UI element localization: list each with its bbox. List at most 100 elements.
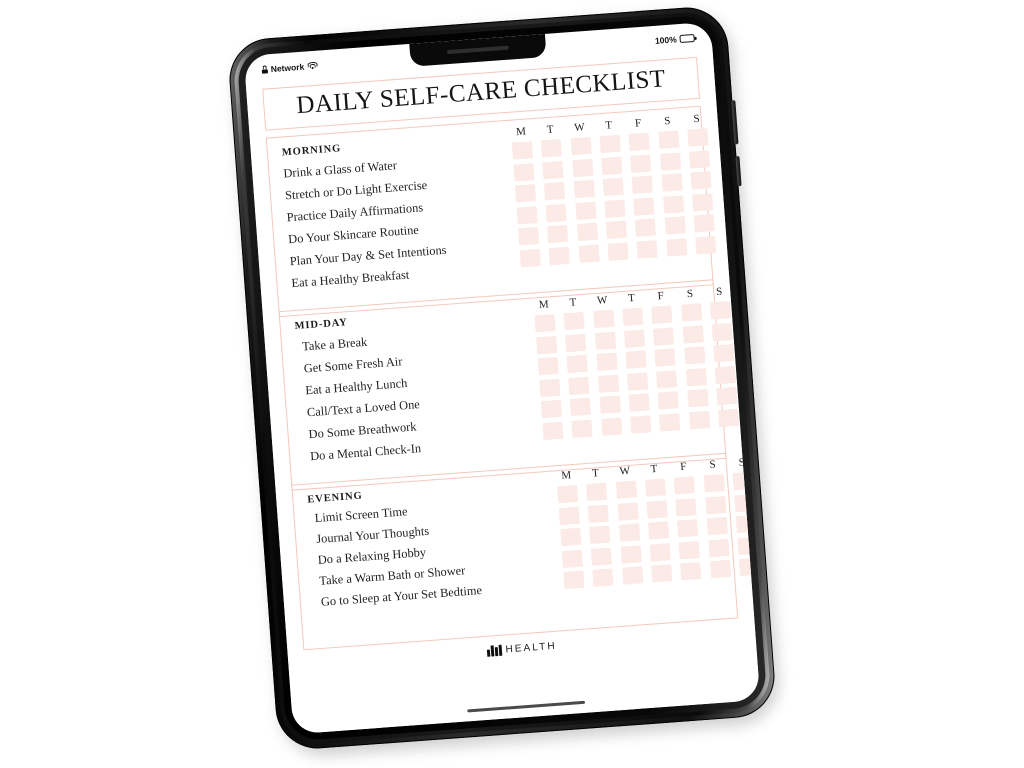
checkbox-cell[interactable] xyxy=(623,328,646,348)
checkbox-cell[interactable] xyxy=(618,523,640,542)
checkbox-cell[interactable] xyxy=(537,356,559,376)
checkbox-cell[interactable] xyxy=(620,544,642,564)
checkbox-cell[interactable] xyxy=(658,130,680,149)
checkbox-cell[interactable] xyxy=(680,303,702,322)
checkbox-cell[interactable] xyxy=(695,235,717,254)
checkbox-cell[interactable] xyxy=(647,521,670,540)
checkbox-cell[interactable] xyxy=(558,506,580,525)
checkbox-cell[interactable] xyxy=(547,224,569,244)
checkbox-cell[interactable] xyxy=(644,478,667,497)
checkbox-cell[interactable] xyxy=(710,301,732,320)
checkbox-cell[interactable] xyxy=(534,313,556,333)
checkbox-cell[interactable] xyxy=(631,175,654,194)
checkbox-cell[interactable] xyxy=(539,378,561,397)
checkbox-cell[interactable] xyxy=(711,322,733,341)
checkbox-cell[interactable] xyxy=(692,192,714,212)
checkbox-cell[interactable] xyxy=(716,386,738,406)
checkbox-cell[interactable] xyxy=(599,134,621,154)
checkbox-cell[interactable] xyxy=(571,158,594,177)
checkbox-cell[interactable] xyxy=(704,495,727,514)
checkbox-cell[interactable] xyxy=(625,350,647,369)
checkbox-cell[interactable] xyxy=(682,324,704,344)
checkbox-cell[interactable] xyxy=(576,222,598,242)
checkbox-cell[interactable] xyxy=(566,354,589,374)
checkbox-cell[interactable] xyxy=(570,397,592,417)
checkbox-cell[interactable] xyxy=(656,369,678,389)
checkbox-cell[interactable] xyxy=(511,141,533,160)
checkbox-cell[interactable] xyxy=(593,309,615,329)
checkbox-cell[interactable] xyxy=(605,220,628,239)
checkbox-cell[interactable] xyxy=(586,482,608,502)
checkbox-cell[interactable] xyxy=(604,199,626,218)
checkbox-cell[interactable] xyxy=(690,171,712,190)
checkbox-cell[interactable] xyxy=(687,128,709,147)
checkbox-cell[interactable] xyxy=(514,184,537,203)
checkbox-cell[interactable] xyxy=(573,179,595,199)
checkbox-cell[interactable] xyxy=(516,205,538,224)
checkbox-cell[interactable] xyxy=(628,132,650,152)
checkbox-cell[interactable] xyxy=(557,484,579,504)
checkbox-cell[interactable] xyxy=(545,203,567,222)
checkbox-cell[interactable] xyxy=(651,305,673,324)
checkbox-cell[interactable] xyxy=(568,376,590,395)
checkbox-cell[interactable] xyxy=(661,173,683,192)
checkbox-cell[interactable] xyxy=(657,391,679,410)
checkbox-cell[interactable] xyxy=(717,408,740,427)
checkbox-cell[interactable] xyxy=(607,241,629,261)
checkbox-cell[interactable] xyxy=(560,527,582,547)
checkbox-cell[interactable] xyxy=(630,414,652,434)
checkbox-cell[interactable] xyxy=(575,201,597,220)
checkbox-cell[interactable] xyxy=(602,177,624,197)
checkbox-cell[interactable] xyxy=(561,549,583,568)
checkbox-cell[interactable] xyxy=(688,410,710,429)
checkbox-cell[interactable] xyxy=(713,343,735,363)
checkbox-cell[interactable] xyxy=(664,216,686,235)
checkbox-cell[interactable] xyxy=(536,335,558,354)
checkbox-cell[interactable] xyxy=(675,497,697,517)
checkbox-cell[interactable] xyxy=(600,416,623,436)
checkbox-cell[interactable] xyxy=(626,371,649,391)
checkbox-cell[interactable] xyxy=(659,151,681,171)
checkbox-cell[interactable] xyxy=(714,365,736,384)
checkbox-cell[interactable] xyxy=(654,348,676,367)
checkbox-cell[interactable] xyxy=(565,333,587,352)
checkbox-cell[interactable] xyxy=(513,162,535,182)
checkbox-cell[interactable] xyxy=(674,476,696,495)
checkbox-cell[interactable] xyxy=(542,160,564,179)
checkbox-cell[interactable] xyxy=(571,419,593,438)
checkbox-cell[interactable] xyxy=(683,346,706,365)
checkbox-cell[interactable] xyxy=(615,480,637,499)
checkbox-cell[interactable] xyxy=(646,499,668,519)
checkbox-cell[interactable] xyxy=(633,196,655,216)
checkbox-cell[interactable] xyxy=(544,181,566,201)
checkbox-cell[interactable] xyxy=(651,564,673,583)
checkbox-cell[interactable] xyxy=(548,246,571,265)
checkbox-cell[interactable] xyxy=(578,244,600,263)
checkbox-cell[interactable] xyxy=(518,226,540,246)
checkbox-cell[interactable] xyxy=(617,501,639,521)
checkbox-cell[interactable] xyxy=(687,389,709,408)
checkbox-cell[interactable] xyxy=(708,538,730,557)
checkbox-cell[interactable] xyxy=(685,367,707,386)
checkbox-cell[interactable] xyxy=(563,570,585,589)
checkbox-cell[interactable] xyxy=(587,504,610,523)
checkbox-cell[interactable] xyxy=(570,136,592,156)
checkbox-cell[interactable] xyxy=(597,374,619,393)
checkbox-cell[interactable] xyxy=(540,399,562,419)
checkbox-cell[interactable] xyxy=(678,540,700,559)
checkbox-cell[interactable] xyxy=(636,239,658,259)
checkbox-cell[interactable] xyxy=(621,566,644,585)
checkbox-cell[interactable] xyxy=(662,194,684,214)
checkbox-cell[interactable] xyxy=(589,525,611,544)
checkbox-cell[interactable] xyxy=(653,326,675,346)
checkbox-cell[interactable] xyxy=(599,395,621,414)
checkbox-cell[interactable] xyxy=(563,311,585,331)
checkbox-cell[interactable] xyxy=(591,546,613,566)
checkbox-cell[interactable] xyxy=(630,154,652,173)
checkbox-cell[interactable] xyxy=(703,474,725,493)
checkbox-cell[interactable] xyxy=(706,516,728,536)
checkbox-cell[interactable] xyxy=(688,149,711,169)
checkbox-cell[interactable] xyxy=(665,237,688,257)
checkbox-cell[interactable] xyxy=(680,561,702,581)
checkbox-cell[interactable] xyxy=(635,218,657,237)
